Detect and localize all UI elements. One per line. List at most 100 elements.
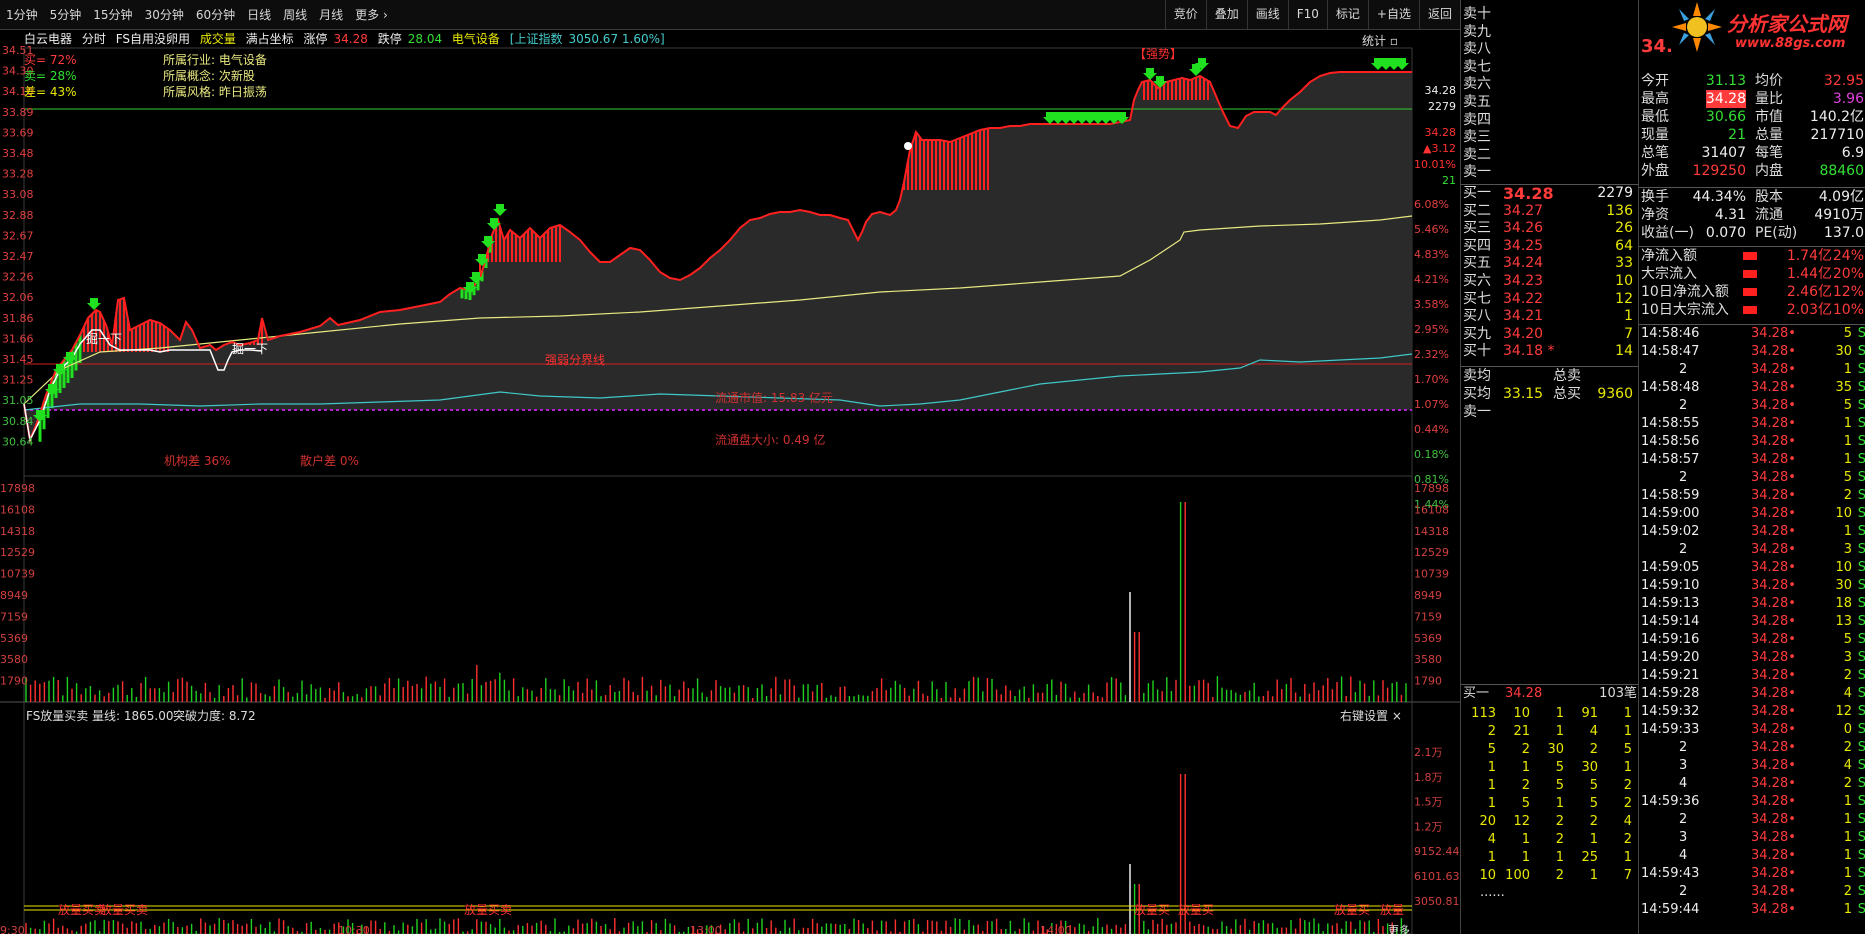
bid-level-label: 买五 bbox=[1463, 255, 1491, 272]
tick-time: 4 bbox=[1679, 776, 1688, 791]
tick-price: 34.28• bbox=[1751, 578, 1796, 593]
tool-back[interactable]: 返回 bbox=[1418, 0, 1460, 29]
queue-cell: 2 bbox=[1623, 778, 1632, 793]
quote-label: 外盘 bbox=[1641, 163, 1669, 179]
ask-row[interactable]: 卖七 bbox=[1461, 59, 1639, 77]
tick-time: 4 bbox=[1679, 848, 1688, 863]
ask-row[interactable]: 卖二 bbox=[1461, 147, 1639, 165]
stock-name[interactable]: 白云电器 bbox=[24, 32, 72, 46]
coord-mode[interactable]: 满占坐标 bbox=[246, 32, 294, 46]
bid-row[interactable]: 买三 34.26 26 bbox=[1461, 220, 1639, 238]
period-15min[interactable]: 15分钟 bbox=[87, 6, 138, 23]
ask-row[interactable]: 卖十 bbox=[1461, 6, 1639, 24]
tick-direction: S bbox=[1857, 578, 1865, 593]
bid-price: 34.21 bbox=[1503, 308, 1544, 325]
bid-row[interactable]: 买七 34.22 12 bbox=[1461, 291, 1639, 309]
flow-label: 大宗流入 bbox=[1641, 266, 1697, 282]
ask-level-label: 卖二 bbox=[1463, 146, 1491, 163]
ask-row[interactable]: 卖四 bbox=[1461, 112, 1639, 130]
ask-row[interactable]: 卖五 bbox=[1461, 94, 1639, 112]
tick-direction: S bbox=[1857, 794, 1865, 809]
tick-price: 34.28• bbox=[1751, 524, 1796, 539]
stats-button[interactable]: 统计 ▫ bbox=[1362, 32, 1398, 49]
queue-cell: 2 bbox=[1521, 778, 1530, 793]
quote-rows-2: 换手 44.34% 股本 4.09亿 净资 4.31 流通 4910万 收益(一) 0.070 PE… bbox=[1639, 187, 1865, 242]
quote-value: 129250 bbox=[1692, 163, 1746, 179]
sub-axis-tick: 1.5万 bbox=[1414, 796, 1443, 809]
period-weekly[interactable]: 周线 bbox=[277, 6, 313, 23]
period-monthly[interactable]: 月线 bbox=[313, 6, 349, 23]
queue-row: 1 1 5 30 1 bbox=[1468, 759, 1638, 777]
period-toolbar: 1分钟 5分钟 15分钟 30分钟 60分钟 日线 周线 月线 更多 › 竞价 … bbox=[0, 0, 1460, 30]
sub-settings-button[interactable]: 右键设置 × bbox=[1340, 708, 1402, 723]
queue-cell: 1 bbox=[1521, 832, 1530, 847]
ask-row[interactable]: 卖三 bbox=[1461, 129, 1639, 147]
bid-row[interactable]: 买五 34.24 33 bbox=[1461, 255, 1639, 273]
tool-overlay[interactable]: 叠加 bbox=[1205, 0, 1247, 29]
queue-cell: 5 bbox=[1589, 796, 1598, 811]
period-1min[interactable]: 1分钟 bbox=[0, 6, 44, 23]
period-5min[interactable]: 5分钟 bbox=[44, 6, 88, 23]
down-arrow-icon bbox=[87, 298, 101, 310]
bid-row[interactable]: 买十 34.18 * 14 bbox=[1461, 343, 1639, 361]
tick-time: 14:59:00 bbox=[1641, 506, 1700, 521]
bid-row[interactable]: 买九 34.20 7 bbox=[1461, 326, 1639, 344]
intraday-chart[interactable]: 34.5134.3034.1033.8933.6933.4833.2833.08… bbox=[0, 30, 1460, 934]
ask-row[interactable]: 卖六 bbox=[1461, 76, 1639, 94]
bid-row[interactable]: 买二 34.27 136 bbox=[1461, 203, 1639, 221]
tick-volume: 1 bbox=[1843, 434, 1852, 449]
bid-price: 34.28 bbox=[1503, 184, 1554, 203]
ask-row[interactable]: 卖九 bbox=[1461, 24, 1639, 42]
volume-tick-right: 16108 bbox=[1414, 503, 1449, 516]
bid-row[interactable]: 买八 34.21 1 bbox=[1461, 308, 1639, 326]
tick-row: 3 34.28• 1 S bbox=[1639, 829, 1865, 847]
flow-label: 10日净流入额 bbox=[1641, 284, 1729, 300]
tick-row: 14:59:33 34.28• 0 S bbox=[1639, 721, 1865, 739]
tool-mark[interactable]: 标记 bbox=[1326, 0, 1368, 29]
pct-tick-right: 0.18% bbox=[1414, 448, 1449, 461]
period-more[interactable]: 更多 › bbox=[349, 6, 394, 23]
pct-tick-right: 2.95% bbox=[1414, 323, 1449, 336]
period-60min[interactable]: 60分钟 bbox=[190, 6, 241, 23]
ask-level-label: 卖八 bbox=[1463, 41, 1491, 58]
bid-row[interactable]: 买一 34.28 2279 bbox=[1461, 185, 1639, 203]
tick-direction: S bbox=[1857, 452, 1865, 467]
price-tick-left: 30.64 bbox=[2, 435, 34, 448]
tool-f10[interactable]: F10 bbox=[1287, 0, 1327, 29]
sub-indicator-power: 突破力度: 8.72 bbox=[173, 708, 256, 723]
queue-more[interactable]: ...... bbox=[1468, 885, 1638, 900]
tick-price: 34.28• bbox=[1751, 344, 1796, 359]
period-30min[interactable]: 30分钟 bbox=[139, 6, 190, 23]
tick-direction: S bbox=[1857, 830, 1865, 845]
tick-volume: 1 bbox=[1843, 416, 1852, 431]
volume-tick-right: 14318 bbox=[1414, 525, 1449, 538]
bid-volume: 26 bbox=[1615, 220, 1633, 237]
indicator-name[interactable]: FS自用没卵用 bbox=[116, 32, 190, 46]
tick-time: 14:59:02 bbox=[1641, 524, 1700, 539]
quote-row: 外盘 129250 内盘 88460 bbox=[1639, 162, 1865, 180]
ask-row[interactable]: 卖八 bbox=[1461, 41, 1639, 59]
tick-volume: 1 bbox=[1843, 902, 1852, 917]
ask-row[interactable]: 卖一 bbox=[1461, 164, 1639, 182]
tick-direction: S bbox=[1857, 326, 1865, 341]
tick-volume: 1 bbox=[1843, 524, 1852, 539]
time-tick: 9:30 bbox=[0, 924, 25, 934]
queue-row: 1 5 1 5 2 bbox=[1468, 795, 1638, 813]
bid-row[interactable]: 买六 34.23 10 bbox=[1461, 273, 1639, 291]
period-daily[interactable]: 日线 bbox=[241, 6, 277, 23]
tick-direction: S bbox=[1857, 380, 1865, 395]
queue-price: 34.28 bbox=[1505, 686, 1543, 701]
queue-cell: 2 bbox=[1487, 724, 1496, 739]
tool-auction[interactable]: 竞价 bbox=[1164, 0, 1206, 29]
tool-draw[interactable]: 画线 bbox=[1246, 0, 1288, 29]
more-label[interactable]: 更多 bbox=[1388, 923, 1410, 934]
queue-cell: 113 bbox=[1471, 706, 1496, 721]
bid-price: 34.18 * bbox=[1503, 343, 1555, 360]
tick-volume: 35 bbox=[1835, 380, 1852, 395]
tool-add-watchlist[interactable]: +自选 bbox=[1367, 0, 1419, 29]
tick-direction: S bbox=[1857, 560, 1865, 575]
bid-row[interactable]: 买四 34.25 64 bbox=[1461, 238, 1639, 256]
tick-row: 2 34.28• 2 S bbox=[1639, 739, 1865, 757]
bid-level-label: 买七 bbox=[1463, 290, 1491, 307]
bid-volume: 1 bbox=[1624, 308, 1633, 325]
